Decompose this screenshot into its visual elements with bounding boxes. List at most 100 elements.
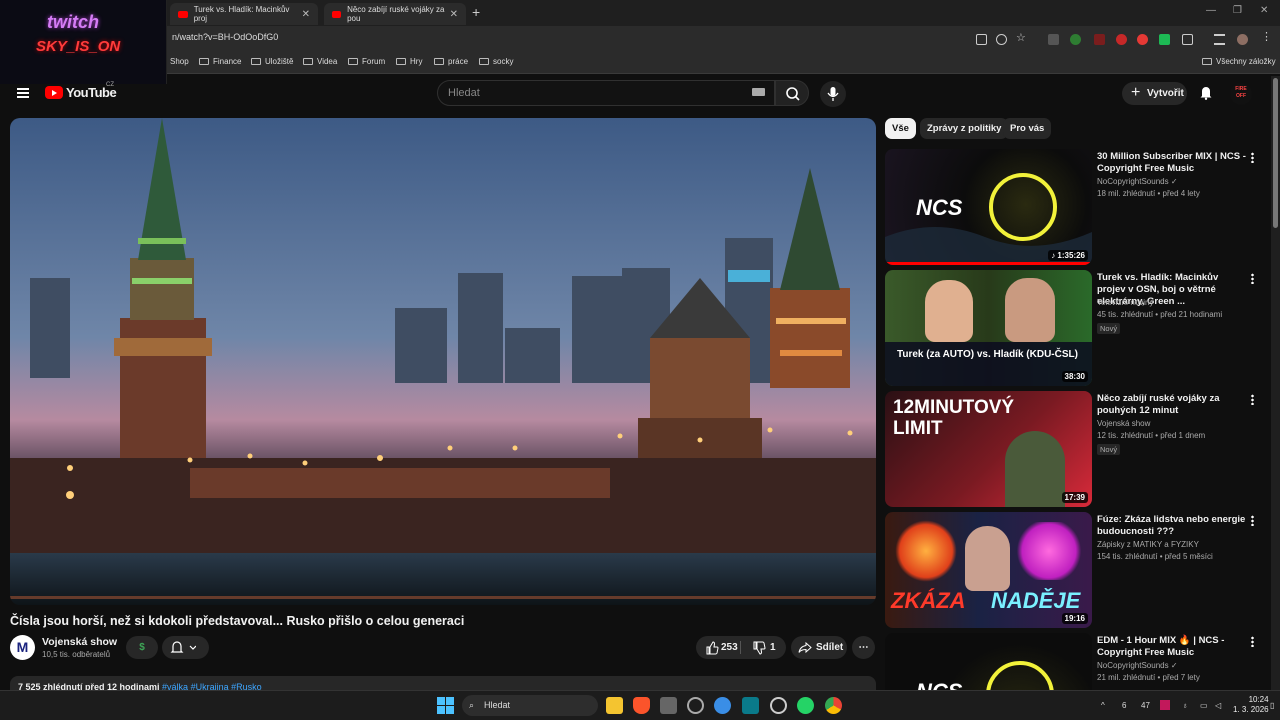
chip-for-you[interactable]: Pro vás [1003,118,1052,139]
new-tab-button[interactable]: + [472,4,480,20]
bookmark-shop[interactable]: Shop [170,57,189,66]
extension-icon[interactable] [1094,34,1105,45]
channel-avatar[interactable]: M [10,635,35,660]
voice-search-button[interactable] [820,81,846,107]
recommendation-title[interactable]: EDM - 1 Hour MIX 🔥 | NCS - Copyright Fre… [1097,635,1247,659]
dislike-button[interactable] [752,636,766,668]
video-thumbnail[interactable]: 12MINUTOVÝ LIMIT 17:39 [885,391,1092,507]
calculator-icon[interactable] [660,697,677,714]
like-button[interactable] [705,636,719,668]
chip-all[interactable]: Vše [885,118,916,139]
install-app-icon[interactable] [976,34,987,45]
brave-browser-icon[interactable] [633,697,650,714]
recommendation-item[interactable]: ZKÁZA NADĚJE 19:16 Fúze: Zkáza lidstva n… [885,512,1265,630]
keyboard-icon[interactable] [752,88,765,96]
app-icon[interactable] [687,697,704,714]
more-actions-button[interactable]: ⋯ [852,636,875,659]
url-field[interactable]: n/watch?v=BH-OdOoDfG0 [172,32,278,42]
share-button[interactable]: Sdílet [791,636,847,659]
recommendation-channel[interactable]: NoCopyrightSounds ✓ [1097,177,1178,186]
more-options-icon[interactable] [1251,515,1254,526]
network-icon[interactable]: ▭ [1200,701,1208,710]
more-options-icon[interactable] [1251,273,1254,284]
extension-icon[interactable] [1159,34,1170,45]
recommendation-item[interactable]: NCS ♪ 1:35:26 30 Million Subscriber MIX … [885,149,1265,267]
hamburger-menu-icon[interactable] [17,88,29,98]
search-input[interactable]: Hledat [437,80,775,106]
scrollbar-thumb[interactable] [1273,78,1278,228]
account-avatar[interactable]: FIRE OFF [1230,83,1252,105]
notifications-bell-icon[interactable] [1199,85,1213,100]
tray-count: 6 [1122,701,1127,710]
extensions-puzzle-icon[interactable] [1182,34,1193,45]
search-icon [786,87,800,101]
bookmark-star-icon[interactable]: ☆ [1016,31,1027,44]
edge-browser-icon[interactable] [714,697,731,714]
taskbar-search[interactable]: ⌕ Hledat [462,695,598,716]
extension-icon[interactable] [1137,34,1148,45]
maximize-icon[interactable]: ❐ [1233,5,1242,16]
tray-app-icon[interactable]: ♁ [1182,701,1188,710]
browser-tab[interactable]: Něco zabíjí ruské vojáky za pou ✕ [324,3,466,25]
video-frame-kremlin [10,118,876,605]
profile-avatar[interactable] [1237,34,1248,45]
bookmark-socky[interactable]: socky [479,57,513,66]
recommendation-item[interactable]: Turek (za AUTO) vs. Hladík (KDU-ČSL) 38:… [885,270,1265,388]
recommendation-title[interactable]: Něco zabíjí ruské vojáky za pouhých 12 m… [1097,393,1247,417]
windows-start-icon[interactable] [437,697,455,715]
recommendation-meta: 12 tis. zhlédnutí • před 1 dnem [1097,431,1206,440]
subscription-notifications-button[interactable] [162,636,209,659]
bookmark-uloziste[interactable]: Uložiště [251,57,293,66]
volume-icon[interactable]: ◁ [1215,701,1221,710]
notifications-icon[interactable]: ▯ [1270,701,1274,710]
bookmark-prace[interactable]: práce [434,57,468,66]
thumbs-up-icon [706,641,719,655]
hide-eye-icon[interactable] [996,34,1007,45]
channel-name[interactable]: Vojenská show [42,636,117,648]
recommendation-channel[interactable]: Televizní noviny [1097,298,1153,307]
extension-icon[interactable] [1070,34,1081,45]
chip-politics-news[interactable]: Zprávy z politiky [920,118,1009,139]
bookmark-forum[interactable]: Forum [348,57,385,66]
system-clock[interactable]: 10:24 1. 3. 2026 [1233,695,1269,715]
reading-list-icon[interactable] [1214,34,1225,45]
whatsapp-icon[interactable] [797,697,814,714]
close-tab-icon[interactable]: ✕ [450,9,458,20]
extension-icon[interactable] [1116,34,1127,45]
browser-menu-icon[interactable]: ⋮ [1261,30,1272,43]
more-options-icon[interactable] [1251,394,1254,405]
close-tab-icon[interactable]: ✕ [302,9,310,20]
bookmark-videa[interactable]: Videa [303,57,337,66]
search-button[interactable] [775,80,809,106]
browser-tab[interactable]: Turek vs. Hladík: Macinkův proj ✕ [170,3,318,25]
video-player[interactable] [10,118,876,605]
recommendation-channel[interactable]: Zápisky z MATIKY a FYZIKY [1097,540,1199,549]
bookmark-finance[interactable]: Finance [199,57,241,66]
extension-icon[interactable] [1048,34,1059,45]
app-icon[interactable] [742,697,759,714]
recommendation-item[interactable]: NCS EDM - 1 Hour MIX 🔥 | NCS - Copyright… [885,633,1265,690]
recommendation-title[interactable]: 30 Million Subscriber MIX | NCS - Copyri… [1097,151,1247,175]
tray-overflow-icon[interactable]: ^ [1101,701,1105,710]
more-options-icon[interactable] [1251,152,1254,163]
recommendation-title[interactable]: Fúze: Zkáza lidstva nebo energie budoucn… [1097,514,1247,538]
create-button[interactable]: Vytvořit [1122,81,1187,105]
bookmark-hry[interactable]: Hry [396,57,422,66]
all-bookmarks[interactable]: Všechny záložky [1202,57,1276,66]
video-thumbnail[interactable]: NCS [885,633,1092,690]
recommendation-channel[interactable]: Vojenská show [1097,419,1150,428]
chrome-icon[interactable] [825,697,842,714]
more-options-icon[interactable] [1251,636,1254,647]
file-explorer-icon[interactable] [606,697,623,714]
minimize-icon[interactable]: — [1206,5,1216,16]
close-window-icon[interactable]: ✕ [1260,5,1268,16]
tray-app-icon[interactable] [1160,700,1170,710]
obs-studio-icon[interactable] [770,697,787,714]
video-thumbnail[interactable]: NCS ♪ 1:35:26 [885,149,1092,265]
recommendation-channel[interactable]: NoCopyrightSounds ✓ [1097,661,1178,670]
video-thumbnail[interactable]: ZKÁZA NADĚJE 19:16 [885,512,1092,628]
folder-icon [434,58,444,65]
video-thumbnail[interactable]: Turek (za AUTO) vs. Hladík (KDU-ČSL) 38:… [885,270,1092,386]
donate-button[interactable]: $ [126,636,158,659]
recommendation-item[interactable]: 12MINUTOVÝ LIMIT 17:39 Něco zabíjí ruské… [885,391,1265,509]
